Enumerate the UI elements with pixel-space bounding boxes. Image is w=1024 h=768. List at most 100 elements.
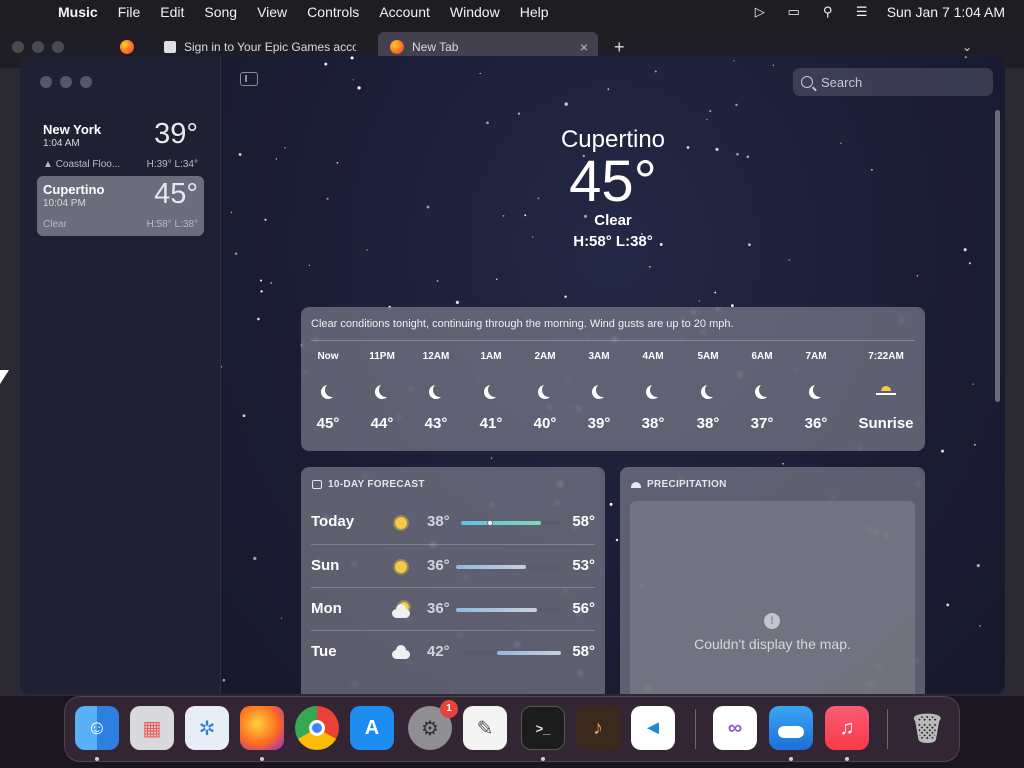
dock-safari-icon[interactable]: ✲ (185, 706, 229, 750)
weather-window: New York 1:04 AM 39° ▲ Coastal Floo... H… (20, 56, 1005, 694)
star (870, 168, 873, 171)
star (736, 152, 739, 156)
epic-games-icon (164, 41, 176, 53)
star (564, 102, 568, 106)
dock-trash-icon[interactable]: 🗑 (905, 706, 949, 750)
scrollbar[interactable] (995, 110, 1000, 402)
menubar-clock[interactable]: Sun Jan 7 1:04 AM (879, 4, 1024, 20)
close-window-dot[interactable] (12, 41, 24, 53)
forecast-row-mon[interactable]: Mon 36° 56° (311, 587, 595, 630)
star (275, 158, 277, 160)
control-center-icon[interactable]: ☰ (845, 4, 879, 20)
star (968, 262, 971, 265)
dock-visual-studio-icon[interactable]: ∞ (713, 706, 757, 750)
hour-temp: 41° (479, 415, 503, 432)
menu-window[interactable]: Window (440, 0, 510, 24)
zoom-window-dot[interactable] (80, 76, 92, 88)
hour-label: 7AM (805, 351, 827, 362)
dock-textedit-icon[interactable]: ✎ (463, 706, 507, 750)
dock-firefox-icon[interactable] (240, 706, 284, 750)
location-temp: 45° (154, 178, 198, 210)
warning-icon: ▲ (43, 159, 53, 170)
hour-label: 7:22AM (868, 351, 904, 362)
moon-icon (789, 369, 843, 409)
star (733, 60, 735, 62)
zoom-window-dot[interactable] (52, 41, 64, 53)
sun-icon (391, 514, 411, 532)
location-time: 1:04 AM (43, 138, 80, 149)
star (615, 538, 619, 542)
location-item-new-york[interactable]: New York 1:04 AM 39° ▲ Coastal Floo... H… (37, 116, 204, 176)
dock-weather-icon[interactable] (769, 706, 813, 750)
sidebar-toggle-icon[interactable] (240, 72, 258, 86)
menu-view[interactable]: View (247, 0, 297, 24)
hourly-item: 7AM 36° (789, 351, 843, 432)
menu-account[interactable]: Account (369, 0, 440, 24)
menu-help[interactable]: Help (510, 0, 559, 24)
current-temp: 45° (569, 149, 657, 214)
weather-sidebar: New York 1:04 AM 39° ▲ Coastal Floo... H… (20, 56, 221, 694)
hour-temp: 36° (804, 415, 828, 432)
moon-icon (518, 369, 572, 409)
hourly-item: 1AM 41° (464, 351, 518, 432)
star (336, 161, 339, 164)
minimize-window-dot[interactable] (60, 76, 72, 88)
forecast-row-sun[interactable]: Sun 36° 53° (311, 544, 595, 587)
forecast-low: 36° (427, 557, 450, 574)
forecast-day: Sun (311, 557, 340, 574)
forecast-row-tue[interactable]: Tue 42° 58° (311, 630, 595, 673)
dock-launchpad-icon[interactable]: ▦ (130, 706, 174, 750)
menu-controls[interactable]: Controls (297, 0, 369, 24)
forecast-high: 58° (572, 643, 595, 660)
search-field[interactable]: Search (793, 68, 993, 96)
hour-label: 3AM (588, 351, 610, 362)
hour-temp: 40° (533, 415, 557, 432)
running-indicator (789, 757, 793, 761)
star (284, 147, 286, 149)
divider (311, 340, 915, 341)
play-icon[interactable]: ▷ (743, 4, 777, 20)
dock-music-icon[interactable]: ♫ (825, 706, 869, 750)
precipitation-map[interactable]: ! Couldn't display the map. (630, 501, 915, 694)
hourly-item: 4AM 38° (626, 351, 680, 432)
hour-label: 1AM (480, 351, 502, 362)
star (490, 457, 493, 459)
dock-vscode-icon[interactable]: ◄ (631, 706, 675, 750)
hour-label: 12AM (422, 351, 450, 362)
hour-label: 11PM (369, 351, 395, 362)
star (946, 603, 950, 607)
menubar: Music File Edit Song View Controls Accou… (0, 0, 1024, 24)
star (264, 218, 267, 221)
hourly-item: 11PM 44° (355, 351, 409, 432)
hour-label: 4AM (642, 351, 664, 362)
location-condition: ▲ Coastal Floo... (43, 159, 120, 170)
close-tab-icon[interactable]: × (580, 39, 588, 55)
forecast-row-today[interactable]: Today 38° 58° (311, 501, 595, 544)
star (979, 625, 981, 627)
dock-system-settings-icon[interactable]: ⚙ 1 (408, 700, 458, 750)
hour-temp: Sunrise (858, 415, 914, 432)
dock-garageband-icon[interactable]: ♪ (576, 706, 620, 750)
dock-terminal-icon[interactable]: >_ (521, 706, 565, 750)
star (280, 617, 283, 619)
running-indicator (541, 757, 545, 761)
star (221, 365, 223, 368)
dock-chrome-icon[interactable] (295, 706, 339, 750)
dock-app-store-icon[interactable]: A (350, 706, 394, 750)
menu-app-name[interactable]: Music (48, 0, 108, 24)
window-icon[interactable]: ▭ (777, 4, 811, 20)
close-window-dot[interactable] (40, 76, 52, 88)
location-item-cupertino[interactable]: Cupertino 10:04 PM 45° Clear H:58° L:38° (37, 176, 204, 236)
search-icon[interactable]: ⚲ (811, 4, 845, 20)
menu-song[interactable]: Song (194, 0, 247, 24)
star (308, 264, 311, 267)
star (607, 88, 610, 91)
dock-finder-icon[interactable]: ☺ (75, 706, 119, 750)
minimize-window-dot[interactable] (32, 41, 44, 53)
star (564, 295, 567, 298)
star (260, 290, 263, 293)
menu-file[interactable]: File (108, 0, 151, 24)
hourly-item: 3AM 39° (572, 351, 626, 432)
menu-edit[interactable]: Edit (150, 0, 194, 24)
hour-temp: 38° (641, 415, 665, 432)
